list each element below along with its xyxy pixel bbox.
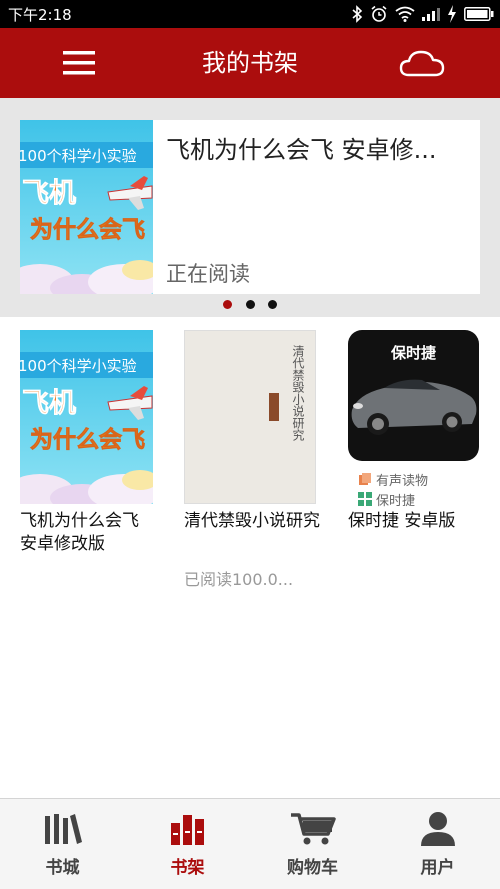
car-image	[351, 379, 477, 435]
status-icons	[351, 3, 494, 25]
nav-label: 书架	[170, 858, 205, 878]
cover-line2: 为什么会飞	[30, 216, 145, 243]
nav-label: 购物车	[287, 858, 338, 878]
status-bar: 下午2:18	[0, 0, 500, 28]
nav-icon-wrap	[125, 807, 250, 851]
menu-button[interactable]	[58, 45, 100, 81]
carousel-indicator	[223, 300, 283, 310]
carousel-dot-active[interactable]	[223, 300, 232, 309]
cover-header: 100个科学小实验	[20, 357, 137, 375]
menu-icon	[63, 51, 95, 75]
audiobook-icon	[359, 473, 371, 485]
cover-header: 100个科学小实验	[20, 147, 137, 165]
book-cover[interactable]: 清代禁毁小说研究	[184, 330, 316, 504]
app-bar: 我的书架	[0, 28, 500, 98]
signal-icon	[422, 8, 440, 21]
book-title: 飞机为什么会飞 安卓修改版	[20, 511, 139, 554]
nav-icon-wrap	[0, 807, 125, 851]
reading-progress: 已阅读100.0...	[184, 570, 294, 589]
cover-title: 清代禁毁小说研究	[291, 345, 305, 441]
book-cover[interactable]: 100个科学小实验 飞机 为什么会飞	[20, 120, 153, 294]
tag-label: 保时捷	[376, 493, 416, 509]
cover-decoration	[269, 393, 279, 421]
alarm-icon	[371, 5, 387, 22]
cart-icon	[290, 813, 336, 845]
cloud-sync-button[interactable]	[394, 45, 450, 81]
nav-label: 书城	[45, 858, 80, 878]
cloud-icon	[399, 50, 445, 77]
carousel-dot[interactable]	[246, 300, 255, 309]
nav-icon-wrap	[375, 807, 500, 851]
tag-app: 保时捷	[358, 490, 478, 509]
tab-cart[interactable]: 购物车	[250, 799, 375, 889]
nav-icon-wrap	[250, 807, 375, 851]
cover-line1: 飞机	[22, 388, 76, 419]
nav-label: 用户	[420, 858, 455, 878]
bottom-nav: 书城 书架 购物车 用户	[0, 798, 500, 889]
bookstore-icon	[44, 814, 82, 844]
carousel-dot[interactable]	[268, 300, 277, 309]
tag-label: 有声读物	[376, 473, 429, 489]
book-title: 清代禁毁小说研究	[184, 511, 320, 531]
user-icon	[420, 812, 455, 846]
banner-card[interactable]: 100个科学小实验 飞机 为什么会飞 飞机为什么会飞 安卓修... 正在阅读	[20, 120, 480, 294]
bluetooth-icon	[352, 5, 363, 23]
reading-status: 正在阅读	[166, 262, 250, 286]
book-title: 保时捷 安卓版	[348, 511, 456, 531]
app-cover[interactable]: 保时捷	[348, 330, 479, 461]
wifi-icon	[395, 6, 415, 22]
reading-banner: 100个科学小实验 飞机 为什么会飞 飞机为什么会飞 安卓修... 正在阅读	[0, 98, 500, 317]
bookshelf-icon	[170, 815, 204, 845]
tab-bookshelf[interactable]: 书架	[125, 799, 250, 889]
cover-art: 100个科学小实验 飞机 为什么会飞	[20, 120, 153, 294]
app-icon	[358, 492, 372, 506]
cover-line1: 飞机	[22, 178, 76, 209]
status-time: 下午2:18	[8, 6, 72, 24]
battery-icon	[464, 7, 494, 21]
tab-bookstore[interactable]: 书城	[0, 799, 125, 889]
tab-user[interactable]: 用户	[375, 799, 500, 889]
cover-line2: 为什么会飞	[30, 426, 145, 453]
cover-art: 100个科学小实验 飞机 为什么会飞	[20, 330, 153, 504]
book-cover[interactable]: 100个科学小实验 飞机 为什么会飞	[20, 330, 153, 504]
charging-icon	[448, 5, 456, 23]
banner-book-title: 飞机为什么会飞 安卓修...	[166, 136, 437, 164]
tag-audiobook: 有声读物	[358, 470, 478, 489]
